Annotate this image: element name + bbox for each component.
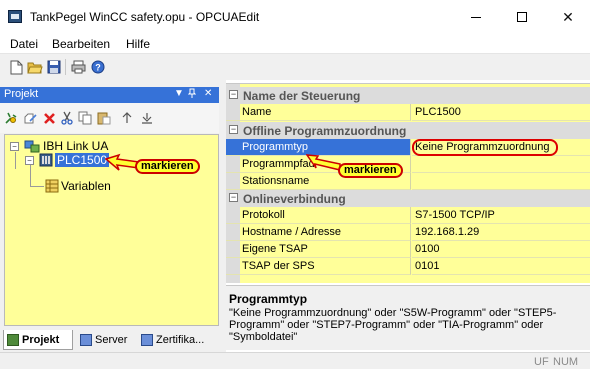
callout-arrow-grid [306, 154, 341, 171]
app-icon [8, 10, 22, 23]
category-expander[interactable]: − [229, 125, 238, 134]
toolbar-separator [65, 59, 66, 75]
close-icon: ✕ [562, 8, 574, 25]
print-icon[interactable] [70, 59, 86, 75]
svg-text:?: ? [95, 63, 101, 73]
property-value[interactable]: 192.168.1.29 [412, 224, 590, 241]
menu-bar: Datei Bearbeiten Hilfe [0, 34, 590, 53]
property-row[interactable]: Programmpfad [226, 156, 590, 173]
project-panel-header: Projekt ▼ ✕ [0, 87, 219, 103]
tab-zertifikate[interactable]: Zertifika... [138, 330, 220, 350]
edit-icon[interactable] [23, 111, 37, 125]
property-value[interactable]: PLC1500 [412, 104, 590, 121]
property-row-programmtyp[interactable]: Programmtyp Keine Programmzuordnung [226, 139, 590, 156]
property-row[interactable]: TSAP der SPS 0101 [226, 258, 590, 275]
property-row[interactable]: Stationsname [226, 173, 590, 190]
project-tab-icon [7, 333, 19, 346]
network-icon [24, 139, 40, 153]
new-file-icon[interactable] [8, 59, 24, 75]
panel-dropdown-icon[interactable]: ▼ [174, 88, 184, 99]
property-row[interactable]: Name PLC1500 [226, 104, 590, 121]
property-grid: − Name der Steuerung Name PLC1500 − Offl… [226, 83, 590, 283]
property-row[interactable]: Hostname / Adresse 192.168.1.29 [226, 224, 590, 241]
panel-close-icon[interactable]: ✕ [204, 88, 212, 99]
copy-icon[interactable] [78, 111, 92, 125]
maximize-icon [517, 12, 527, 22]
open-folder-icon[interactable] [27, 59, 43, 75]
category-expander[interactable]: − [229, 90, 238, 99]
callout-markieren-tree: markieren [135, 159, 200, 174]
main-toolbar: ? [0, 53, 590, 80]
minimize-icon [471, 16, 481, 18]
delete-icon[interactable] [42, 111, 56, 125]
tab-projekt-label: Projekt [22, 333, 60, 346]
add-connection-icon[interactable] [4, 111, 18, 125]
tree-expander-ibh[interactable]: − [10, 142, 19, 151]
close-button[interactable]: ✕ [545, 0, 590, 34]
menu-hilfe[interactable]: Hilfe [126, 37, 150, 51]
move-down-icon[interactable] [140, 111, 154, 125]
tree-node-ibh-link[interactable]: IBH Link UA [43, 139, 108, 153]
description-title: Programmtyp [229, 292, 308, 306]
value-highlight-ring [412, 139, 558, 156]
property-row[interactable]: Protokoll S7-1500 TCP/IP [226, 207, 590, 224]
property-value[interactable]: 0100 [412, 241, 590, 258]
callout-markieren-grid: markieren [338, 163, 403, 178]
property-name: TSAP der SPS [226, 258, 411, 275]
category-name-der-steuerung[interactable]: − Name der Steuerung [226, 87, 590, 104]
tree-line [30, 165, 31, 187]
panel-pin-icon[interactable] [187, 88, 197, 101]
category-offline-programmzuordnung[interactable]: − Offline Programmzuordnung [226, 122, 590, 139]
minimize-button[interactable] [453, 0, 499, 34]
status-uf: UF [534, 356, 549, 368]
project-panel-title: Projekt [4, 88, 39, 100]
window-title: TankPegel WinCC safety.opu - OPCUAEdit [30, 10, 260, 24]
tree-line [15, 152, 16, 169]
tree-expander-plc[interactable]: − [25, 156, 34, 165]
project-bottom-tabs: Projekt Server Zertifika... [0, 329, 222, 352]
property-name: Eigene TSAP [226, 241, 411, 258]
project-panel: Projekt ▼ ✕ − IBH Link UA − PLC1500 mark… [0, 80, 222, 352]
category-label: Onlineverbindung [243, 192, 346, 206]
plc-icon [39, 153, 53, 167]
property-value[interactable]: 0101 [412, 258, 590, 275]
tree-line [30, 186, 44, 187]
help-icon[interactable]: ? [90, 59, 106, 75]
property-value[interactable] [412, 156, 590, 173]
paste-icon[interactable] [97, 111, 111, 125]
cut-icon[interactable] [60, 111, 74, 125]
property-name: Protokoll [226, 207, 411, 224]
tab-server-label: Server [95, 334, 128, 346]
menu-bearbeiten[interactable]: Bearbeiten [52, 37, 110, 51]
category-label: Offline Programmzuordnung [243, 124, 407, 138]
tree-node-variablen[interactable]: Variablen [61, 179, 111, 193]
property-value[interactable] [412, 173, 590, 190]
property-name: Hostname / Adresse [226, 224, 411, 241]
category-onlineverbindung[interactable]: − Onlineverbindung [226, 190, 590, 207]
category-expander[interactable]: − [229, 193, 238, 202]
maximize-button[interactable] [499, 0, 545, 34]
property-row[interactable]: Eigene TSAP 0100 [226, 241, 590, 258]
property-description: Programmtyp "Keine Programmzuordnung" od… [226, 285, 590, 350]
status-bar: UF NUM [0, 352, 590, 369]
title-bar: TankPegel WinCC safety.opu - OPCUAEdit ✕ [0, 0, 590, 34]
save-icon[interactable] [46, 59, 62, 75]
property-name: Name [226, 104, 411, 121]
project-tree: − IBH Link UA − PLC1500 markieren Variab… [4, 134, 219, 326]
move-up-icon[interactable] [120, 111, 134, 125]
description-text: "Keine Programmzuordnung" oder "S5W-Prog… [229, 307, 557, 343]
status-num: NUM [553, 356, 579, 368]
project-panel-toolbar [0, 103, 219, 133]
category-label: Name der Steuerung [243, 89, 361, 103]
variables-icon [45, 179, 59, 193]
certificate-tab-icon [141, 334, 153, 346]
tree-node-plc1500[interactable]: PLC1500 [55, 153, 110, 167]
tab-server[interactable]: Server [77, 330, 135, 350]
tab-zertifikate-label: Zertifika... [156, 334, 205, 346]
property-value[interactable]: S7-1500 TCP/IP [412, 207, 590, 224]
tab-projekt[interactable]: Projekt [3, 330, 73, 350]
server-tab-icon [80, 334, 92, 346]
menu-datei[interactable]: Datei [10, 37, 38, 51]
